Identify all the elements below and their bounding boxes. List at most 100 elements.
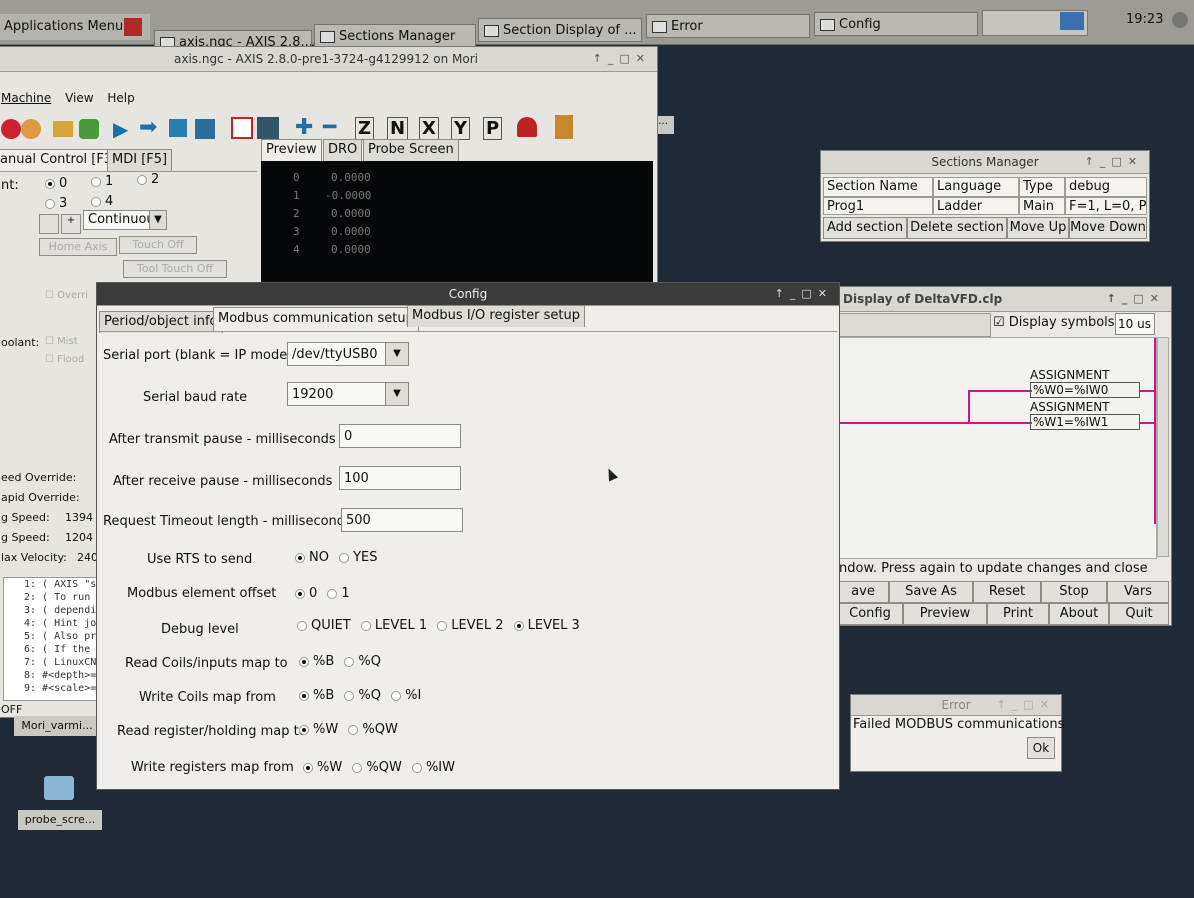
jog-plus-button[interactable]: +: [61, 214, 81, 234]
rotate-view-icon[interactable]: [517, 117, 537, 137]
print-button[interactable]: Print: [987, 603, 1049, 625]
table-cell[interactable]: Ladder: [933, 197, 1019, 215]
chevron-down-icon[interactable]: ▼: [385, 383, 408, 405]
mist-checkbox[interactable]: ☐ Mist: [45, 336, 78, 347]
radio-debug-level2[interactable]: [437, 620, 448, 631]
radio-read-registers-qw[interactable]: [348, 724, 359, 735]
view-rotated-z-icon[interactable]: N: [387, 117, 409, 140]
jog-minus-button[interactable]: [39, 214, 59, 234]
preview-button[interactable]: Preview: [903, 603, 987, 625]
radio-debug-level1[interactable]: [360, 620, 371, 631]
vertical-scrollbar[interactable]: [1157, 337, 1169, 557]
column-header[interactable]: Language: [933, 177, 1019, 197]
add-section-button[interactable]: Add section: [823, 217, 907, 239]
radio-button[interactable]: [91, 176, 101, 187]
radio-rts-no[interactable]: [295, 552, 305, 563]
power-icon[interactable]: [1172, 12, 1188, 28]
radio-button[interactable]: [91, 196, 101, 207]
power-button-icon[interactable]: [21, 119, 41, 139]
window-controls[interactable]: ↑_□✕: [997, 695, 1055, 715]
jog-mode-select[interactable]: Continuous ▼: [83, 210, 167, 230]
config-button[interactable]: Config: [837, 603, 903, 625]
save-as-button[interactable]: Save As: [889, 581, 973, 603]
override-limits-checkbox[interactable]: ☐ Overri: [45, 290, 88, 301]
chevron-down-icon[interactable]: ▼: [385, 343, 408, 365]
radio-offset-1[interactable]: [327, 588, 338, 599]
radio-write-coils-q[interactable]: [344, 690, 355, 701]
window-controls[interactable]: ↑_□✕: [1107, 287, 1165, 311]
radio-debug-level3[interactable]: [513, 620, 524, 631]
ladder-canvas[interactable]: ASSIGNMENT %W0=%IW0 ASSIGNMENT %W1=%IW1: [837, 337, 1157, 559]
quit-button[interactable]: Quit: [1109, 603, 1169, 625]
display-symbols-checkbox[interactable]: ☑ Display symbols: [993, 315, 1115, 330]
about-button[interactable]: About: [1049, 603, 1109, 625]
app-launcher-icon[interactable]: [124, 18, 142, 36]
radio-write-registers-qw[interactable]: [352, 762, 363, 773]
section-selector[interactable]: [837, 313, 991, 337]
vars-button[interactable]: Vars: [1107, 581, 1169, 603]
menu-view[interactable]: View: [65, 91, 93, 105]
stop-button[interactable]: Stop: [1041, 581, 1107, 603]
network-icon[interactable]: [1060, 12, 1084, 30]
axis-radio-3[interactable]: 3: [45, 196, 67, 211]
step-icon[interactable]: ➡: [139, 115, 157, 140]
view-z-icon[interactable]: Z: [355, 117, 375, 140]
axis-radio-2[interactable]: 2: [137, 172, 159, 187]
touch-off-button[interactable]: Touch Off: [119, 236, 197, 254]
tab-dro[interactable]: DRO: [323, 139, 363, 161]
open-file-icon[interactable]: [53, 121, 73, 137]
reset-button[interactable]: Reset: [973, 581, 1041, 603]
menu-help[interactable]: Help: [107, 91, 134, 105]
home-axis-button[interactable]: Home Axis: [39, 238, 117, 256]
desktop-icon-probe-screen[interactable]: probe_scre...: [18, 810, 102, 830]
radio-write-registers-w[interactable]: [303, 762, 313, 773]
view-x-icon[interactable]: X: [419, 117, 439, 140]
radio-rts-yes[interactable]: [339, 552, 350, 563]
radio-read-registers-w[interactable]: [299, 724, 309, 735]
table-cell[interactable]: F=1, L=0, P: [1065, 197, 1147, 215]
estop-icon[interactable]: [1, 119, 21, 139]
tab-manual-control[interactable]: anual Control [F3]: [0, 149, 123, 171]
column-header[interactable]: Section Name: [823, 177, 933, 197]
radio-button[interactable]: [137, 174, 147, 185]
optional-stop-icon[interactable]: [257, 117, 279, 139]
delete-section-button[interactable]: Delete section: [907, 217, 1007, 239]
taskbar-item-error[interactable]: Error: [646, 14, 810, 38]
baud-rate-combo[interactable]: 19200 ▼: [287, 382, 409, 406]
tab-preview[interactable]: Preview: [261, 139, 322, 161]
ok-button[interactable]: Ok: [1027, 737, 1055, 759]
table-cell[interactable]: Prog1: [823, 197, 933, 215]
taskbar-item-sections-manager[interactable]: Sections Manager: [314, 24, 476, 48]
column-header[interactable]: debug: [1065, 177, 1147, 197]
menu-machine[interactable]: Machine: [1, 91, 51, 105]
window-controls[interactable]: ↑_□✕: [1085, 151, 1143, 173]
folder-icon[interactable]: [44, 776, 74, 800]
radio-debug-quiet[interactable]: [297, 620, 307, 631]
window-controls[interactable]: ↑_□✕: [593, 47, 651, 71]
zoom-in-icon[interactable]: ✚: [295, 115, 313, 140]
radio-read-coils-b[interactable]: [299, 656, 309, 667]
axis-radio-1[interactable]: 1: [91, 174, 113, 189]
pause-icon[interactable]: [169, 119, 187, 137]
assignment-block[interactable]: ASSIGNMENT %W1=%IW1: [1030, 400, 1140, 430]
radio-read-coils-q[interactable]: [344, 656, 355, 667]
serial-port-combo[interactable]: /dev/ttyUSB0 ▼: [287, 342, 409, 366]
reload-icon[interactable]: [79, 119, 99, 139]
tab-period-object-info[interactable]: Period/object info: [99, 311, 223, 333]
tab-modbus-io-register-setup[interactable]: Modbus I/O register setup: [407, 305, 586, 327]
taskbar-item-section-display[interactable]: Section Display of ...: [478, 18, 642, 42]
radio-write-coils-i[interactable]: [391, 690, 402, 701]
window-controls[interactable]: ↑_□✕: [775, 283, 833, 305]
view-y-icon[interactable]: Y: [451, 117, 471, 140]
move-down-button[interactable]: Move Down: [1069, 217, 1147, 239]
chevron-down-icon[interactable]: ▼: [149, 211, 166, 229]
column-header[interactable]: Type: [1019, 177, 1065, 197]
after-receive-field[interactable]: 100: [339, 466, 461, 490]
assignment-block[interactable]: ASSIGNMENT %W0=%IW0: [1030, 368, 1140, 398]
radio-offset-0[interactable]: [295, 588, 305, 599]
stop-icon[interactable]: [195, 119, 215, 139]
tab-mdi[interactable]: MDI [F5]: [107, 149, 173, 171]
clear-backplot-icon[interactable]: [555, 115, 573, 139]
tab-probe-screen[interactable]: Probe Screen: [363, 139, 459, 161]
table-cell[interactable]: Main: [1019, 197, 1065, 215]
